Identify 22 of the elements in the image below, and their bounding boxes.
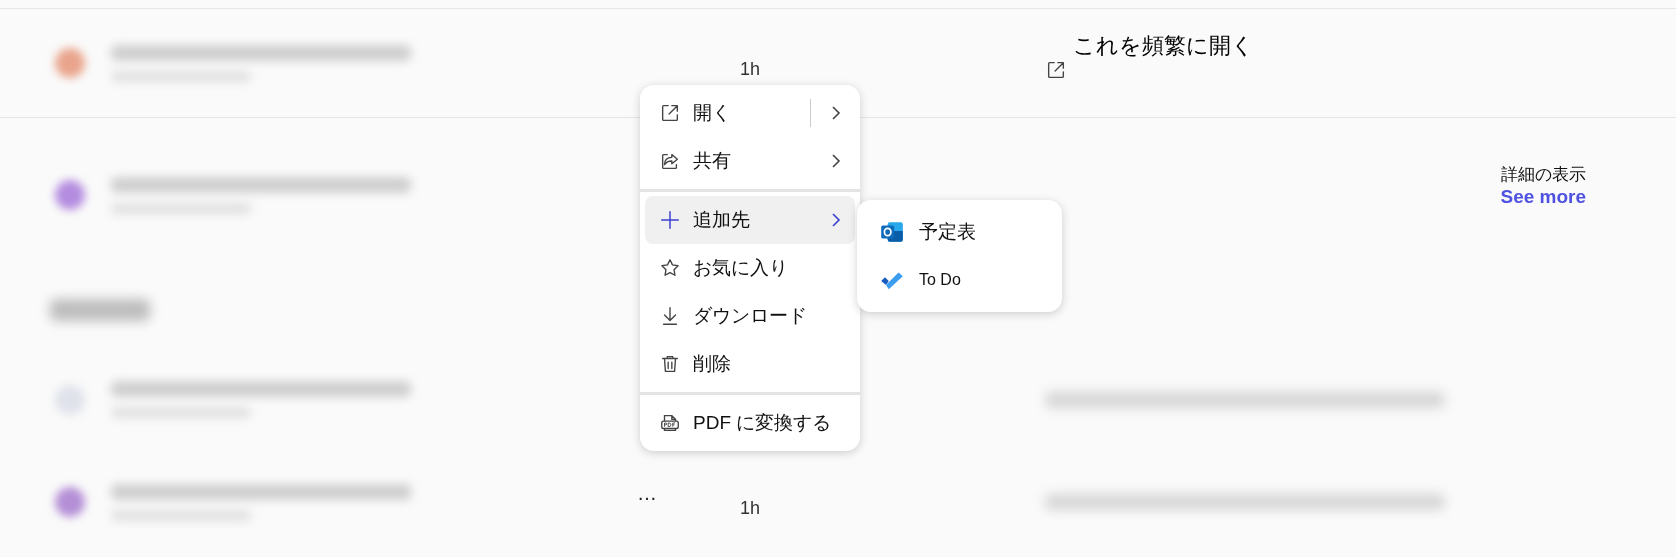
mail-app-icon — [879, 219, 905, 245]
menu-item[interactable]: お気に入り — [645, 244, 855, 292]
menu-item[interactable]: ダウンロード — [645, 292, 855, 340]
plus-icon — [659, 209, 681, 231]
menu-item[interactable]: 開く — [645, 89, 855, 137]
open-icon — [659, 102, 681, 124]
ellipsis: … — [637, 481, 657, 505]
activity-reason: これを頻繁に開く — [1073, 32, 1254, 60]
submenu-item[interactable]: To Do — [857, 256, 1062, 304]
open-icon — [1045, 59, 1067, 81]
submenu-item[interactable]: 予定表 — [857, 208, 1062, 256]
time-label: 1h — [740, 497, 761, 518]
menu-item[interactable]: 削除 — [645, 340, 855, 388]
star-icon — [659, 257, 681, 279]
menu-item[interactable]: 共有 — [645, 137, 855, 185]
see-more-link[interactable]: See more — [1500, 185, 1586, 208]
menu-item[interactable]: PDF に変換する — [645, 399, 855, 447]
pdf-file-icon — [659, 412, 681, 434]
link-caption: 詳細の表示 — [1501, 163, 1586, 186]
trash-icon — [659, 353, 681, 375]
menu-item[interactable]: 追加先 — [645, 196, 855, 244]
time-label: 1h — [740, 58, 761, 79]
